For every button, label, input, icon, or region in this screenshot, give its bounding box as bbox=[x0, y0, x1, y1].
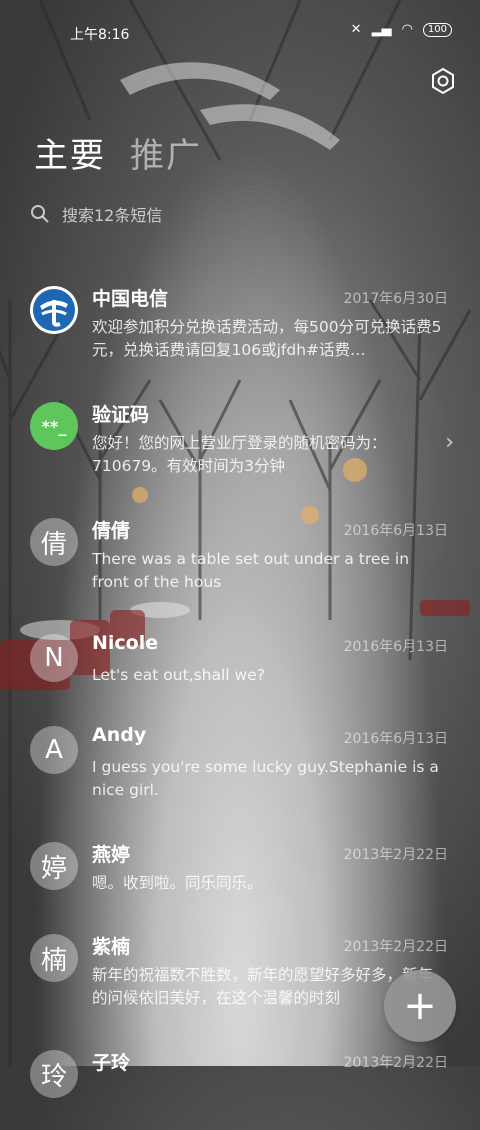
message-date: 2013年2月22日 bbox=[343, 847, 448, 863]
contact-name: Nicole bbox=[92, 632, 159, 654]
message-date: 2013年2月22日 bbox=[343, 939, 448, 955]
contact-name: 燕婷 bbox=[92, 844, 131, 866]
status-time: 上午8:16 bbox=[70, 27, 130, 43]
conversation-item[interactable]: 倩 倩倩 2016年6月13日 There was a table set ou… bbox=[0, 506, 480, 622]
avatar: 倩 bbox=[30, 518, 78, 566]
message-preview: 您好！您的网上营业厅登录的随机密码为：710679。有效时间为3分钟 bbox=[92, 434, 387, 475]
conversation-item[interactable]: A Andy 2016年6月13日 I guess you're some lu… bbox=[0, 714, 480, 830]
search-input[interactable]: 搜索12条短信 bbox=[62, 202, 162, 226]
search-bar[interactable]: 搜索12条短信 bbox=[30, 196, 450, 232]
avatar: **_ bbox=[30, 402, 78, 450]
wifi-icon: ◠ bbox=[401, 22, 413, 37]
contact-name: 中国电信 bbox=[92, 288, 169, 310]
contact-name: Andy bbox=[92, 724, 147, 746]
battery-icon: 100 bbox=[422, 22, 452, 37]
signal-icon: ▂▄ bbox=[371, 22, 392, 37]
message-date: 2016年6月13日 bbox=[343, 523, 448, 539]
conversation-item[interactable]: 中国电信 2017年6月30日 欢迎参加积分兑换话费活动，每500分可兑换话费5… bbox=[0, 274, 480, 390]
contact-name: 紫楠 bbox=[92, 936, 131, 958]
message-preview: I guess you're some lucky guy.Stephanie … bbox=[92, 758, 439, 799]
status-icons: ✕ ▂▄ ◠ 100 bbox=[351, 22, 452, 37]
conversation-item[interactable]: N Nicole 2016年6月13日 Let's eat out,shall … bbox=[0, 622, 480, 714]
message-date: 2017年6月30日 bbox=[343, 291, 448, 307]
contact-name: 子玲 bbox=[92, 1052, 131, 1074]
tab-main[interactable]: 主要 bbox=[34, 128, 106, 177]
message-date: 2016年6月13日 bbox=[343, 639, 448, 655]
avatar: 玲 bbox=[30, 1050, 78, 1098]
contact-name: 倩倩 bbox=[92, 520, 131, 542]
avatar: N bbox=[30, 634, 78, 682]
conversation-item[interactable]: 婷 燕婷 2013年2月22日 嗯。收到啦。同乐同乐。 bbox=[0, 830, 480, 922]
mute-icon: ✕ bbox=[350, 22, 362, 37]
avatar: A bbox=[30, 726, 78, 774]
message-preview: Let's eat out,shall we? bbox=[92, 666, 265, 684]
avatar bbox=[30, 286, 78, 334]
conversation-item[interactable]: 玲 子玲 2013年2月22日 bbox=[0, 1038, 480, 1130]
message-preview: 嗯。收到啦。同乐同乐。 bbox=[92, 874, 263, 892]
new-message-button[interactable]: + bbox=[384, 970, 456, 1042]
plus-icon: + bbox=[403, 983, 437, 1029]
message-preview: 欢迎参加积分兑换话费活动，每500分可兑换话费5元，兑换话费请回复106或jfd… bbox=[92, 318, 442, 359]
tab-promotion[interactable]: 推广 bbox=[130, 128, 202, 177]
message-date: 2013年2月22日 bbox=[343, 1055, 448, 1071]
message-preview: There was a table set out under a tree i… bbox=[92, 550, 410, 591]
avatar: 楠 bbox=[30, 934, 78, 982]
china-telecom-logo-icon bbox=[33, 289, 75, 331]
conversation-item[interactable]: **_ 验证码 › 您好！您的网上营业厅登录的随机密码为：710679。有效时间… bbox=[0, 390, 480, 506]
settings-gear-icon[interactable] bbox=[428, 66, 458, 96]
message-date: 2016年6月13日 bbox=[343, 731, 448, 747]
avatar: 婷 bbox=[30, 842, 78, 890]
tab-bar: 主要 推广 bbox=[34, 128, 202, 177]
status-bar: 上午8:16 ✕ ▂▄ ◠ 100 bbox=[0, 0, 480, 64]
contact-name: 验证码 bbox=[92, 404, 150, 426]
search-icon bbox=[31, 205, 49, 223]
